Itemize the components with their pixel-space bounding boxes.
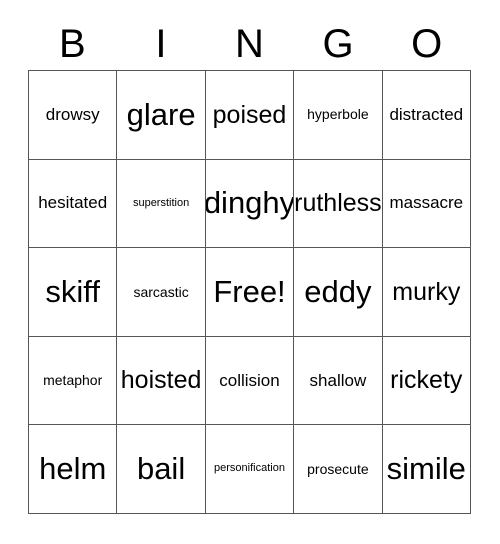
bingo-cell[interactable]: distracted — [382, 71, 471, 160]
bingo-card: B I N G O drowsy glare poised hyperbole … — [0, 0, 500, 544]
bingo-cell[interactable]: shallow — [294, 336, 383, 426]
bingo-cell-label: glare — [126, 96, 196, 132]
bingo-cell[interactable]: glare — [117, 71, 206, 160]
bingo-cell[interactable]: rickety — [382, 336, 471, 426]
header-letter-b: B — [58, 22, 86, 66]
bingo-cell[interactable]: simile — [382, 425, 471, 514]
bingo-cell-label: distracted — [389, 104, 464, 124]
bingo-cell-label: hoisted — [120, 366, 202, 395]
bingo-cell[interactable]: collision — [205, 336, 295, 426]
bingo-cell-label: rickety — [390, 366, 463, 395]
bingo-grid: drowsy glare poised hyperbole distracted… — [28, 70, 471, 514]
bingo-cell-label: murky — [392, 277, 461, 306]
bingo-cell-label: drowsy — [45, 104, 100, 124]
bingo-cell[interactable]: dinghy — [205, 159, 295, 249]
bingo-cell-label: personification — [214, 462, 285, 475]
bingo-cell-label: bail — [136, 450, 186, 486]
bingo-cell[interactable]: ruthless — [294, 159, 383, 249]
bingo-free-space[interactable]: Free! — [205, 248, 295, 337]
bingo-cell-label: collision — [219, 370, 280, 390]
bingo-cell-label: hyperbole — [307, 106, 369, 123]
header-letter-g: G — [322, 22, 354, 66]
bingo-cell-label: poised — [212, 100, 287, 129]
bingo-cell-label: superstition — [132, 196, 190, 209]
bingo-cell[interactable]: drowsy — [29, 71, 118, 160]
bingo-cell[interactable]: massacre — [382, 159, 471, 249]
bingo-free-space-label: Free! — [213, 273, 286, 309]
bingo-cell[interactable]: hoisted — [117, 336, 206, 426]
bingo-cell-label: skiff — [45, 273, 100, 309]
bingo-cell-label: prosecute — [307, 460, 369, 477]
bingo-cell[interactable]: bail — [117, 425, 206, 514]
bingo-cell[interactable]: metaphor — [29, 336, 118, 426]
bingo-cell[interactable]: prosecute — [294, 425, 383, 514]
bingo-cell-label: ruthless — [294, 189, 382, 218]
bingo-cell-label: hesitated — [38, 193, 108, 213]
bingo-cell-label: shallow — [309, 370, 367, 390]
bingo-cell-label: simile — [386, 450, 466, 486]
bingo-cell[interactable]: helm — [29, 425, 118, 514]
bingo-cell[interactable]: sarcastic — [117, 248, 206, 337]
bingo-cell-label: metaphor — [43, 372, 103, 389]
bingo-cell[interactable]: poised — [205, 71, 295, 160]
bingo-cell-label: dinghy — [205, 185, 295, 221]
header-letter-o: O — [411, 22, 443, 66]
bingo-cell[interactable]: superstition — [117, 159, 206, 249]
bingo-cell[interactable]: hesitated — [29, 159, 118, 249]
bingo-cell[interactable]: murky — [382, 248, 471, 337]
bingo-header-row: B I N G O — [28, 18, 471, 70]
header-letter-n: N — [235, 22, 264, 66]
header-letter-i: I — [155, 22, 167, 66]
bingo-cell-label: massacre — [389, 193, 464, 213]
bingo-cell[interactable]: skiff — [29, 248, 118, 337]
bingo-cell-label: helm — [39, 450, 107, 486]
bingo-cell-label: sarcastic — [133, 283, 189, 300]
bingo-cell[interactable]: eddy — [294, 248, 383, 337]
bingo-cell-label: eddy — [304, 273, 372, 309]
bingo-cell[interactable]: personification — [205, 425, 295, 514]
bingo-cell[interactable]: hyperbole — [294, 71, 383, 160]
